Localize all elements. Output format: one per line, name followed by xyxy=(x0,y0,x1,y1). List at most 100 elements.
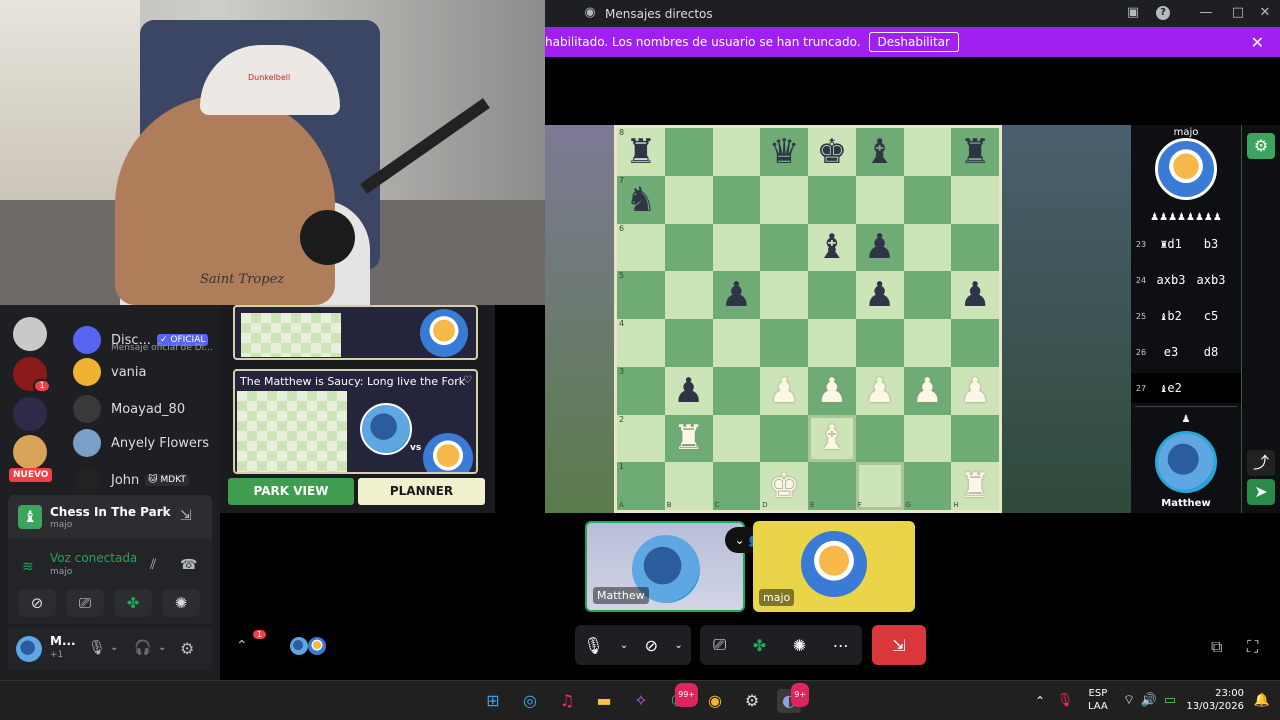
board-square[interactable] xyxy=(712,175,761,224)
camera-off-icon[interactable]: ⊘ xyxy=(18,589,56,617)
board-square[interactable] xyxy=(712,223,761,272)
notification-icon[interactable]: 🔔 xyxy=(1250,689,1274,713)
board-square[interactable] xyxy=(855,414,904,463)
black-piece[interactable]: ♚ xyxy=(817,135,847,169)
board-square[interactable] xyxy=(760,414,808,463)
board-square[interactable]: ♜ xyxy=(951,128,999,176)
board-square[interactable]: 6 xyxy=(617,223,665,272)
board-square[interactable] xyxy=(903,319,952,367)
server-icon[interactable] xyxy=(13,435,47,469)
mic-tray-icon[interactable]: 🎙 xyxy=(1053,689,1077,713)
black-piece[interactable]: ♜ xyxy=(960,135,990,169)
board-square[interactable]: B xyxy=(664,462,713,510)
black-piece[interactable]: ♝ xyxy=(817,230,847,264)
activities-icon[interactable]: ✤ xyxy=(114,589,152,617)
discord-taskbar-icon[interactable]: ◐ 9+ xyxy=(777,683,809,713)
chrome-icon[interactable]: ◉ xyxy=(703,689,727,713)
board-square[interactable]: 7 ♞ xyxy=(617,175,665,224)
black-piece[interactable]: ♟ xyxy=(864,278,894,312)
board-square[interactable] xyxy=(760,319,808,367)
edge-icon[interactable]: ◎ xyxy=(518,689,542,713)
board-square[interactable] xyxy=(760,223,808,272)
activities-icon[interactable]: ✤ xyxy=(753,636,766,655)
board-square[interactable] xyxy=(712,128,761,176)
board-square[interactable] xyxy=(903,271,952,319)
board-square[interactable]: C xyxy=(712,462,761,510)
board-square[interactable]: F xyxy=(855,462,904,510)
soundboard-icon[interactable]: ✺ xyxy=(162,589,200,617)
chess-board[interactable]: 8 ♜ ♛ ♚ ♝ ♜ 7 ♞ 6 ♝ ♟ 5 ♟ ♟ ♟ 4 3 ♟ ♟ ♟ ♟ ♟ ♟ 2 ♜ ♝ 1 A B C D ♚ E F G H ♜ xyxy=(614,125,1002,513)
white-piece[interactable]: ♝ xyxy=(817,421,847,455)
screen-share-icon[interactable]: ⎚ xyxy=(66,589,104,617)
board-square[interactable]: 5 xyxy=(617,271,665,319)
white-piece[interactable]: ♟ xyxy=(960,374,990,408)
board-square[interactable] xyxy=(712,414,761,463)
music-icon[interactable]: ♫ xyxy=(555,689,579,713)
board-square[interactable] xyxy=(664,128,713,176)
soundboard-icon[interactable]: ✺ xyxy=(793,636,806,655)
board-square[interactable]: ♝ xyxy=(855,128,904,176)
black-piece[interactable]: ♟ xyxy=(960,278,990,312)
board-square[interactable] xyxy=(808,271,856,319)
game-card[interactable]: The Matthew is Saucy: Long live the Fork… xyxy=(233,369,478,474)
help-icon[interactable]: ? xyxy=(1156,6,1170,20)
white-piece[interactable]: ♟ xyxy=(817,374,847,408)
board-square[interactable]: ♝ xyxy=(808,223,856,272)
dm-item[interactable]: Disc... ✓ OFICIAL Mensaje oficial de Di... xyxy=(73,323,218,357)
board-square[interactable] xyxy=(903,128,952,176)
dm-item[interactable]: Anyely Flowers xyxy=(73,426,218,460)
board-square[interactable] xyxy=(951,414,999,463)
black-piece[interactable]: ♜ xyxy=(626,135,656,169)
steam-icon[interactable]: ⚙ xyxy=(740,689,764,713)
server-icon[interactable] xyxy=(13,317,47,351)
board-square[interactable]: ♟ xyxy=(951,366,999,415)
board-square[interactable]: ♟ xyxy=(855,271,904,319)
headphones-icon[interactable]: 🎧 xyxy=(134,640,151,656)
board-square[interactable]: ♟ xyxy=(855,223,904,272)
black-piece[interactable]: ♞ xyxy=(626,183,656,217)
board-square[interactable] xyxy=(951,175,999,224)
board-square[interactable] xyxy=(855,175,904,224)
white-piece[interactable]: ♜ xyxy=(960,469,990,503)
board-square[interactable]: ♟ xyxy=(712,271,761,319)
board-square[interactable]: H ♜ xyxy=(951,462,999,510)
leave-activity-icon[interactable]: ⇲ xyxy=(180,508,192,524)
board-square[interactable] xyxy=(903,175,952,224)
server-icon[interactable]: 1 xyxy=(13,357,51,393)
tab-planner[interactable]: PLANNER xyxy=(358,478,485,505)
board-square[interactable]: 2 xyxy=(617,414,665,463)
chevron-down-icon[interactable]: ⌄ xyxy=(110,642,118,653)
user-avatar[interactable] xyxy=(16,636,42,662)
board-square[interactable]: ♟ xyxy=(808,366,856,415)
more-icon[interactable]: ⋯ xyxy=(833,636,849,655)
board-square[interactable] xyxy=(664,175,713,224)
inbox-icon[interactable]: ▣ xyxy=(1126,6,1140,20)
chevron-up-icon[interactable]: ⌃ xyxy=(236,638,248,654)
copilot-icon[interactable]: ✧ xyxy=(629,689,653,713)
maximize-button[interactable]: □ xyxy=(1231,6,1245,20)
participant-tile-majo[interactable]: majo xyxy=(753,521,915,612)
folder-icon[interactable]: ▬ xyxy=(592,689,616,713)
noise-suppression-icon[interactable]: ⫽ xyxy=(150,557,156,573)
chevron-down-icon[interactable]: ⌄ xyxy=(158,642,166,653)
participant-tile-matthew[interactable]: Matthew xyxy=(585,521,745,612)
heart-icon[interactable]: ♡ xyxy=(463,375,472,386)
board-square[interactable]: ♝ xyxy=(808,414,856,463)
mic-icon[interactable]: 🎙 xyxy=(583,636,603,655)
board-square[interactable] xyxy=(951,319,999,367)
fullscreen-icon[interactable]: ⛶ xyxy=(1247,637,1258,657)
chevron-down-icon[interactable]: ⌄ xyxy=(620,640,628,651)
share-icon[interactable]: ⤴ xyxy=(1247,450,1275,476)
move-row[interactable]: 26 e3 d8 xyxy=(1131,337,1241,367)
board-square[interactable]: ♛ xyxy=(760,128,808,176)
white-piece[interactable]: ♚ xyxy=(769,469,799,503)
board-square[interactable] xyxy=(712,319,761,367)
board-square[interactable]: 8 ♜ xyxy=(617,128,665,176)
banner-close-button[interactable]: ✕ xyxy=(1251,33,1264,52)
battery-icon[interactable]: ▭ xyxy=(1158,689,1182,713)
disable-button[interactable]: Deshabilitar xyxy=(868,32,959,52)
black-piece[interactable]: ♟ xyxy=(864,230,894,264)
board-square[interactable]: ♜ xyxy=(664,414,713,463)
board-square[interactable]: E xyxy=(808,462,856,510)
board-square[interactable]: 4 xyxy=(617,319,665,367)
